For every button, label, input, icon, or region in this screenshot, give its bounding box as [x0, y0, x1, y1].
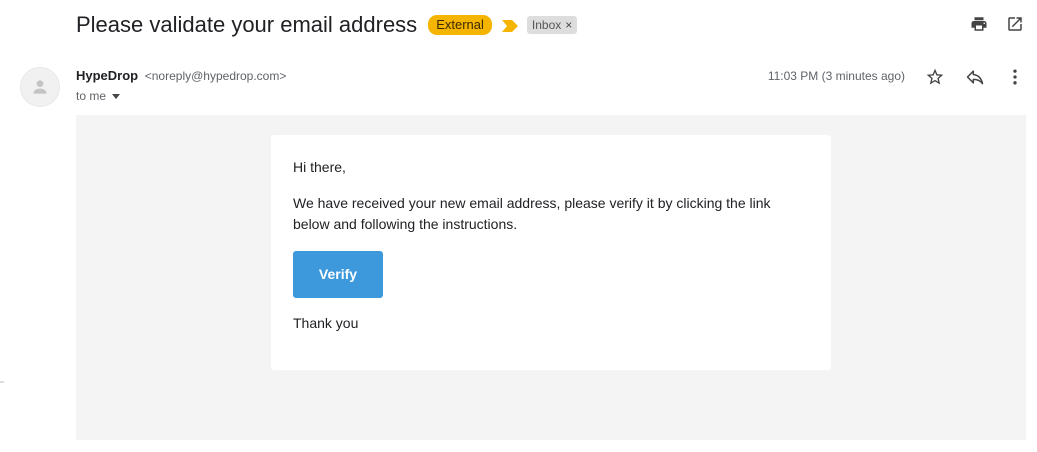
- thread-actions: [969, 14, 1025, 34]
- email-greeting: Hi there,: [293, 159, 346, 175]
- recipient-label: to me: [76, 89, 107, 103]
- email-view: Please validate your email address Exter…: [0, 0, 1037, 452]
- more-vert-icon[interactable]: [1005, 67, 1025, 87]
- message-actions: [925, 67, 1025, 87]
- reply-icon[interactable]: [965, 67, 985, 87]
- avatar[interactable]: [20, 67, 60, 107]
- remove-label-button[interactable]: ×: [565, 17, 572, 33]
- email-closing: Thank you: [293, 315, 359, 331]
- email-subject: Please validate your email address: [76, 12, 418, 37]
- verify-button[interactable]: Verify: [293, 251, 383, 298]
- inbox-label: Inbox ×: [526, 16, 578, 34]
- print-icon[interactable]: [969, 14, 989, 34]
- external-label: External: [428, 15, 492, 35]
- subject-row: Please validate your email address Exter…: [76, 9, 578, 41]
- recipient-details-toggle[interactable]: to me: [76, 89, 121, 103]
- open-in-new-window-icon[interactable]: [1005, 14, 1025, 34]
- email-message: We have received your new email address,…: [293, 195, 771, 232]
- chevron-down-icon: [112, 93, 121, 99]
- sender-line: HypeDrop <noreply@hypedrop.com>: [76, 68, 286, 83]
- inbox-label-text: Inbox: [531, 18, 562, 32]
- sender-name[interactable]: HypeDrop: [76, 68, 138, 83]
- important-marker-icon[interactable]: [501, 19, 518, 32]
- email-body: Hi there, We have received your new emai…: [76, 115, 1026, 440]
- sender-email: <noreply@hypedrop.com>: [144, 69, 287, 83]
- star-icon[interactable]: [925, 67, 945, 87]
- person-icon: [33, 80, 47, 94]
- timestamp: 11:03 PM (3 minutes ago): [767, 69, 905, 83]
- divider: [0, 381, 4, 383]
- email-content-card: Hi there, We have received your new emai…: [271, 135, 831, 370]
